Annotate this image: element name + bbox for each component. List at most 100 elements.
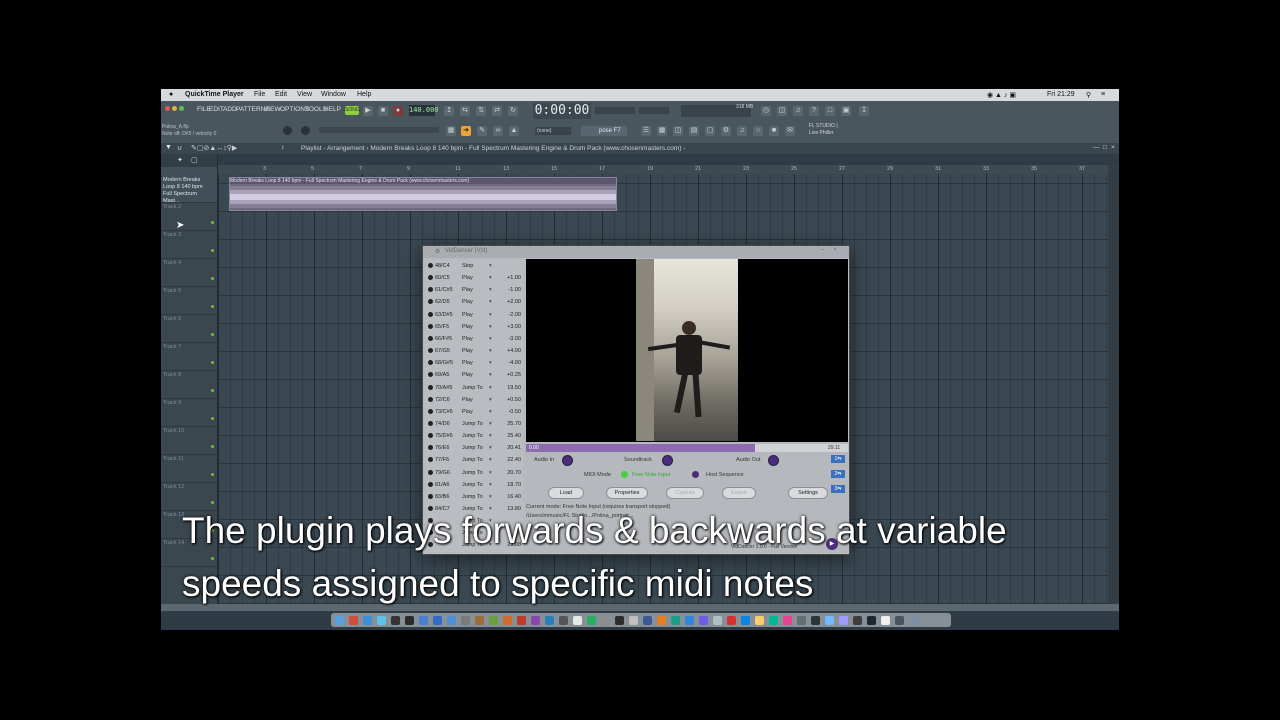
app-icon[interactable] xyxy=(797,616,806,625)
note-mapping-row[interactable]: 63/D#5 Play ▾ -2.00 xyxy=(425,309,523,321)
stamp-icon[interactable]: ▲ xyxy=(509,126,519,136)
app-icon[interactable] xyxy=(853,616,862,625)
note-value[interactable]: 22.40 xyxy=(507,457,521,463)
dropdown-arrow-icon[interactable]: ▾ xyxy=(489,445,492,451)
note-mode[interactable]: Jump To xyxy=(462,494,483,500)
menubar-file[interactable]: File xyxy=(254,91,265,98)
note-mapping-row[interactable]: 72/C6 Play ▾ +0.50 xyxy=(425,394,523,406)
plugin-gear-icon[interactable]: ⚙ xyxy=(435,248,440,255)
track-led[interactable] xyxy=(211,417,214,420)
dropdown-arrow-icon[interactable]: ▾ xyxy=(489,385,492,391)
dropdown-arrow-icon[interactable]: ▾ xyxy=(489,433,492,439)
piano-roll-icon[interactable]: ▦ xyxy=(657,126,667,136)
note-mapping-row[interactable]: 81/A6 Jump To ▾ 18.70 xyxy=(425,479,523,491)
typing-keyboard-icon[interactable]: ▦ xyxy=(446,126,456,136)
track-led[interactable] xyxy=(211,333,214,336)
browser-icon[interactable]: ▢ xyxy=(705,126,715,136)
note-value[interactable]: 16.40 xyxy=(507,494,521,500)
note-value[interactable]: 25.40 xyxy=(507,433,521,439)
note-value[interactable]: 18.70 xyxy=(507,482,521,488)
note-mapping-row[interactable]: 68/G#5 Play ▾ -4.00 xyxy=(425,357,523,369)
dropdown-arrow-icon[interactable]: ▾ xyxy=(489,421,492,427)
playlist-close-icon[interactable]: × xyxy=(1111,144,1115,151)
dropdown-arrow-icon[interactable]: ▾ xyxy=(489,348,492,354)
playlist-icon[interactable]: ▤ xyxy=(689,126,699,136)
dropdown-arrow-icon[interactable]: ▾ xyxy=(489,275,492,281)
export-button[interactable]: Export xyxy=(722,487,756,499)
note-value[interactable]: 20.41 xyxy=(507,445,521,451)
master-slider[interactable] xyxy=(319,127,439,133)
dropdown-arrow-icon[interactable]: ▾ xyxy=(489,299,492,305)
note-mapping-row[interactable]: 61/C#5 Play ▾ -1.00 xyxy=(425,284,523,296)
track-row[interactable]: Track 7 xyxy=(161,342,217,371)
stop-icon[interactable]: ■ xyxy=(378,106,388,116)
note-value[interactable]: -3.00 xyxy=(508,336,521,342)
app-icon[interactable] xyxy=(587,616,596,625)
channel-3-button[interactable]: 3⇆ xyxy=(831,485,845,493)
track-row[interactable]: Track 8 xyxy=(161,370,217,399)
track-row[interactable]: Track 9 xyxy=(161,398,217,427)
dropdown-arrow-icon[interactable]: ▾ xyxy=(489,470,492,476)
app-icon[interactable] xyxy=(391,616,400,625)
timeline-ruler[interactable]: 3 5 7 9 11 13 15 17 19 21 23 25 27 29 31… xyxy=(218,165,1108,174)
free-note-input-radio[interactable] xyxy=(621,471,628,478)
track-add-icon[interactable]: ✦ xyxy=(177,156,183,164)
menubar-edit[interactable]: Edit xyxy=(275,91,287,98)
app-icon[interactable] xyxy=(699,616,708,625)
app-icon[interactable] xyxy=(629,616,638,625)
app-icon[interactable] xyxy=(517,616,526,625)
dropdown-arrow-icon[interactable]: ▾ xyxy=(489,263,492,269)
note-value[interactable]: +1.00 xyxy=(507,275,521,281)
note-mapping-row[interactable]: 60/C5 Play ▾ +1.00 xyxy=(425,272,523,284)
app-icon[interactable] xyxy=(783,616,792,625)
note-mapping-row[interactable]: 48/C4 Stop ▾ xyxy=(425,260,523,272)
track-led[interactable] xyxy=(211,277,214,280)
app-icon[interactable] xyxy=(601,616,610,625)
note-value[interactable]: -0.50 xyxy=(508,409,521,415)
app-icon[interactable] xyxy=(839,616,848,625)
note-mapping-row[interactable]: 83/B6 Jump To ▾ 16.40 xyxy=(425,491,523,503)
playlist-maximize-icon[interactable]: □ xyxy=(1103,144,1107,151)
app-icon[interactable] xyxy=(825,616,834,625)
app-icon[interactable] xyxy=(671,616,680,625)
fl-menu-edit[interactable]: EDIT xyxy=(209,106,224,113)
track-led[interactable] xyxy=(211,389,214,392)
app-icon[interactable] xyxy=(447,616,456,625)
menubar-app-name[interactable]: QuickTime Player xyxy=(185,91,244,98)
note-value[interactable]: -4.00 xyxy=(508,360,521,366)
channel-rack-icon[interactable]: ☰ xyxy=(641,126,651,136)
window-close-icon[interactable] xyxy=(165,106,170,111)
track-led[interactable] xyxy=(211,473,214,476)
note-mode[interactable]: Jump To xyxy=(462,385,483,391)
app-icon[interactable] xyxy=(867,616,876,625)
note-value[interactable]: +3.00 xyxy=(507,324,521,330)
note-value[interactable]: -2.00 xyxy=(508,312,521,318)
soundtrack-knob[interactable] xyxy=(662,455,673,466)
track-row[interactable]: Track 2 xyxy=(161,202,217,231)
snap-icon[interactable]: ∪ xyxy=(177,144,182,152)
track-row[interactable]: Track 6 xyxy=(161,314,217,343)
note-value[interactable]: 19.50 xyxy=(507,385,521,391)
note-mode[interactable]: Jump To xyxy=(462,470,483,476)
download-icon[interactable]: ↧ xyxy=(859,106,869,116)
note-mode[interactable]: Jump To xyxy=(462,433,483,439)
note-value[interactable]: +0.25 xyxy=(507,372,521,378)
window-zoom-icon[interactable] xyxy=(179,106,184,111)
note-value[interactable]: 25.70 xyxy=(507,421,521,427)
note-mode[interactable]: Play xyxy=(462,372,473,378)
preset-selector[interactable]: pose F7 xyxy=(581,126,627,136)
track-led[interactable] xyxy=(211,249,214,252)
track-row[interactable]: Track 10 xyxy=(161,426,217,455)
plugin-icon[interactable]: ▣ xyxy=(841,106,851,116)
note-mode[interactable]: Stop xyxy=(462,263,473,269)
channel-1-button[interactable]: 1⇆ xyxy=(831,455,845,463)
note-mapping-row[interactable]: 66/F#5 Play ▾ -3.00 xyxy=(425,333,523,345)
track-row[interactable]: Track 3 xyxy=(161,230,217,259)
song-mode-toggle[interactable]: SONG xyxy=(345,106,360,115)
track-led[interactable] xyxy=(211,305,214,308)
note-value[interactable]: +2.00 xyxy=(507,299,521,305)
pencil-icon[interactable]: ✎ xyxy=(477,126,487,136)
arrow-tool-icon[interactable]: ➜ xyxy=(461,126,471,136)
fl-menu-help[interactable]: HELP xyxy=(324,106,341,113)
track-led[interactable] xyxy=(211,221,214,224)
